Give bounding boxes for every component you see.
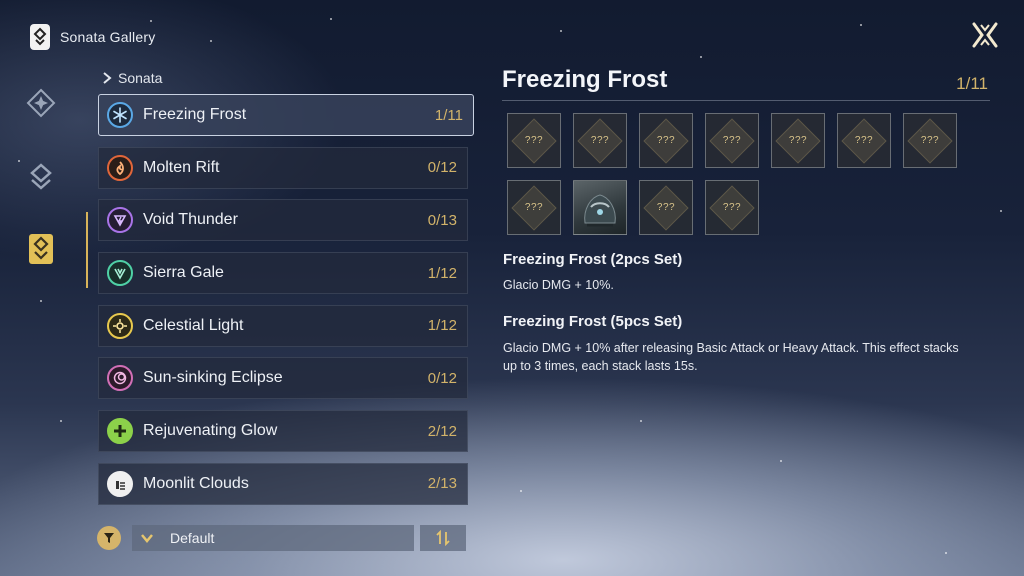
list-item-count: 1/12 [427, 317, 457, 335]
list-item-count: 0/12 [427, 159, 457, 177]
slot-label: ??? [722, 202, 742, 213]
set-5pc-title: Freezing Frost (5pcs Set) [503, 313, 683, 330]
snowflake-icon [107, 102, 133, 128]
list-item-freezing-frost[interactable]: Freezing Frost 1/11 [98, 94, 474, 136]
list-item-name: Rejuvenating Glow [143, 422, 278, 440]
slot-label: ??? [854, 135, 874, 146]
sidenav-active-indicator [86, 212, 88, 288]
echo-slot[interactable]: ??? [639, 180, 693, 235]
echo-slot[interactable]: ??? [507, 113, 561, 168]
list-header-label: Sonata [118, 70, 163, 86]
echo-creature-icon [584, 193, 616, 226]
echo-slot[interactable]: ??? [573, 113, 627, 168]
list-item-name: Sierra Gale [143, 264, 224, 282]
slot-label: ??? [524, 135, 544, 146]
echo-slot[interactable]: ??? [903, 113, 957, 168]
echo-slot[interactable]: ??? [705, 113, 759, 168]
sonata-list: Freezing Frost 1/11 Molten Rift 0/12 Voi… [98, 94, 474, 516]
echo-slot-owned[interactable] [573, 180, 627, 235]
list-item-name: Molten Rift [143, 158, 220, 176]
thunder-icon [107, 207, 133, 234]
list-item-name: Sun-sinking Eclipse [143, 369, 283, 387]
list-item-count: 1/12 [427, 264, 457, 282]
divider [502, 100, 990, 101]
filter-button[interactable] [97, 526, 121, 550]
sort-order-toggle[interactable] [420, 525, 466, 551]
slot-label: ??? [524, 202, 544, 213]
sonata-book-icon [30, 24, 50, 50]
list-item-rejuvenating-glow[interactable]: Rejuvenating Glow 2/12 [98, 410, 468, 453]
chevron-right-icon [103, 72, 112, 84]
chevron-down-icon [140, 531, 154, 545]
page-header: Sonata Gallery [30, 24, 155, 50]
list-item-name: Moonlit Clouds [143, 474, 249, 492]
slot-label: ??? [656, 135, 676, 146]
filter-funnel-icon [104, 533, 114, 543]
list-item-name: Freezing Frost [143, 106, 247, 123]
sidenav-set-button[interactable] [24, 160, 58, 194]
page-title: Sonata Gallery [60, 29, 156, 45]
diamond-star-icon [26, 88, 56, 118]
list-item-count: 0/13 [427, 211, 457, 229]
list-item-count: 0/12 [427, 369, 457, 387]
list-item-sierra-gale[interactable]: Sierra Gale 1/12 [98, 252, 468, 295]
sidenav-sonata-button[interactable] [24, 232, 58, 266]
flame-icon [107, 154, 133, 181]
detail-title: Freezing Frost [502, 66, 668, 93]
close-icon [972, 22, 998, 48]
set-2pc-title: Freezing Frost (2pcs Set) [503, 251, 683, 268]
slot-label: ??? [920, 135, 940, 146]
list-breadcrumb: Sonata [102, 70, 162, 86]
list-item-name: Void Thunder [143, 211, 238, 229]
cloud-icon [107, 470, 133, 497]
wind-icon [107, 260, 133, 287]
list-item-count: 1/11 [434, 106, 463, 124]
echo-slot[interactable]: ??? [705, 180, 759, 235]
echo-slot[interactable]: ??? [507, 180, 561, 235]
echo-slot[interactable]: ??? [771, 113, 825, 168]
sort-arrows-icon [436, 530, 450, 546]
list-item-sun-sinking-eclipse[interactable]: Sun-sinking Eclipse 0/12 [98, 357, 468, 400]
slot-label: ??? [788, 135, 808, 146]
heal-plus-icon [107, 418, 133, 445]
slot-label: ??? [722, 135, 742, 146]
list-item-count: 2/12 [427, 422, 457, 440]
list-item-moonlit-clouds[interactable]: Moonlit Clouds 2/13 [98, 462, 468, 505]
eclipse-icon [107, 365, 133, 392]
sun-icon [107, 312, 133, 339]
list-item-void-thunder[interactable]: Void Thunder 0/13 [98, 199, 468, 242]
detail-count: 1/11 [956, 74, 988, 93]
list-item-molten-rift[interactable]: Molten Rift 0/12 [98, 146, 468, 189]
sort-value: Default [170, 530, 215, 546]
slot-label: ??? [656, 202, 676, 213]
sonata-book-active-icon [29, 234, 53, 264]
stack-icon [30, 163, 52, 190]
echo-slot[interactable]: ??? [837, 113, 891, 168]
sort-dropdown[interactable]: Default [132, 525, 414, 551]
list-item-count: 2/13 [427, 475, 457, 493]
echo-slot[interactable]: ??? [639, 113, 693, 168]
sidenav-echo-button[interactable] [24, 86, 58, 120]
slot-label: ??? [590, 135, 610, 146]
close-button[interactable] [970, 20, 1000, 50]
list-item-name: Celestial Light [143, 316, 244, 334]
set-2pc-description: Glacio DMG + 10%. [503, 278, 614, 292]
set-5pc-description: Glacio DMG + 10% after releasing Basic A… [503, 341, 959, 373]
list-item-celestial-light[interactable]: Celestial Light 1/12 [98, 304, 468, 347]
